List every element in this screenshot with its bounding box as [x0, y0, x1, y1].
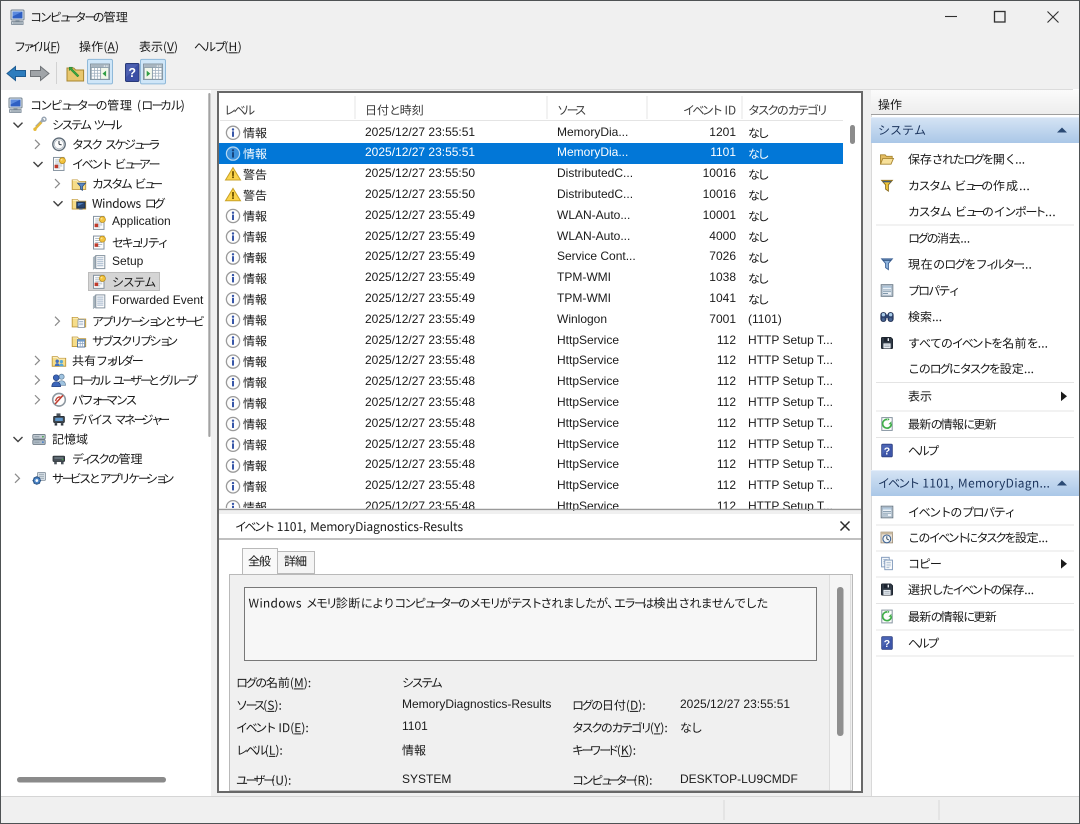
- svg-text:?: ?: [884, 446, 890, 458]
- svg-text:?: ?: [884, 638, 890, 650]
- svg-text:?: ?: [128, 66, 136, 80]
